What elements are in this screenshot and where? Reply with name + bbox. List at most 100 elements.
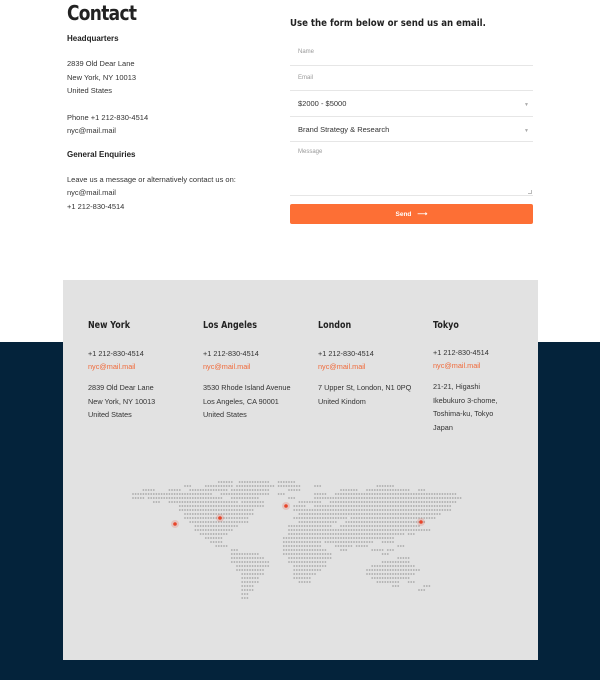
map-dot — [243, 493, 246, 495]
map-dot — [173, 489, 176, 491]
map-dot — [353, 525, 355, 527]
map-dot — [340, 505, 342, 507]
contact-info: Contact Headquarters 2839 Old Dear Lane … — [67, 0, 267, 213]
map-dot — [316, 525, 319, 527]
map-dot — [243, 501, 246, 503]
map-dot — [329, 537, 332, 539]
map-dot — [314, 545, 316, 547]
map-dot — [249, 509, 251, 511]
map-dot — [238, 561, 241, 563]
office-phone[interactable]: +1 212-830-4514 — [433, 347, 545, 359]
map-dot — [389, 493, 392, 495]
email-field[interactable]: Email — [290, 66, 533, 91]
map-dot — [241, 513, 244, 515]
map-dot — [256, 497, 259, 499]
map-dot — [225, 509, 228, 511]
map-dot — [371, 521, 374, 523]
map-dot — [438, 497, 441, 499]
map-dot — [332, 497, 335, 499]
map-dot — [358, 521, 361, 523]
map-dot — [220, 529, 223, 531]
map-dot — [321, 537, 324, 539]
map-dot — [288, 553, 290, 555]
message-textarea[interactable]: Message — [290, 142, 533, 196]
map-dot — [194, 493, 197, 495]
map-dot — [389, 533, 392, 535]
map-dot — [259, 481, 262, 483]
map-dot — [293, 505, 296, 507]
map-dot — [259, 501, 262, 503]
map-dot — [295, 505, 298, 507]
map-dot — [293, 549, 296, 551]
map-dot — [314, 557, 316, 559]
office-phone[interactable]: +1 212-830-4514 — [318, 348, 430, 360]
map-dot — [207, 501, 210, 503]
general-enquiries-email[interactable]: nyc@mail.mail — [67, 186, 267, 200]
map-dot — [241, 501, 244, 503]
map-dot — [223, 529, 225, 531]
map-dot — [420, 513, 423, 515]
map-dot — [254, 561, 257, 563]
map-dot — [204, 525, 207, 527]
office-email[interactable]: nyc@mail.mail — [433, 359, 545, 372]
map-dot — [210, 537, 212, 539]
map-dot — [314, 569, 316, 571]
send-label: Send — [395, 210, 412, 218]
office-address: 3530 Rhode Island Avenue Los Angeles, CA… — [203, 381, 315, 422]
office-phone[interactable]: +1 212-830-4514 — [88, 348, 200, 360]
map-dot — [371, 537, 374, 539]
map-dot — [220, 493, 223, 495]
map-dot — [376, 581, 379, 583]
map-dot — [249, 501, 251, 503]
address-line: United Kindom — [318, 396, 366, 406]
headquarters-email[interactable]: nyc@mail.mail — [67, 124, 267, 138]
headquarters-heading: Headquarters — [67, 34, 119, 43]
map-dot — [212, 521, 215, 523]
office-email[interactable]: nyc@mail.mail — [318, 360, 430, 373]
map-dot — [394, 513, 397, 515]
map-dot — [303, 513, 306, 515]
map-dot — [321, 513, 324, 515]
map-dot — [308, 525, 311, 527]
map-dot — [319, 501, 322, 503]
map-dot — [246, 521, 249, 523]
map-dot — [306, 509, 309, 511]
office-city: New York — [88, 320, 131, 331]
map-dot — [194, 525, 197, 527]
general-enquiries-phone[interactable]: +1 212-830-4514 — [67, 200, 267, 214]
map-dot — [329, 533, 332, 535]
send-button[interactable]: Send ⟶ — [290, 204, 533, 224]
map-dot — [347, 501, 350, 503]
map-dot — [233, 553, 236, 555]
map-dot — [355, 537, 358, 539]
map-dot — [428, 509, 431, 511]
office-email[interactable]: nyc@mail.mail — [88, 360, 200, 373]
map-dot — [373, 489, 376, 491]
map-dot — [366, 509, 368, 511]
map-dot — [249, 585, 251, 587]
map-dot — [358, 493, 361, 495]
map-dot — [412, 509, 415, 511]
map-dot — [327, 509, 329, 511]
map-dot — [368, 529, 371, 531]
map-dot — [389, 525, 392, 527]
resize-handle-icon[interactable] — [528, 190, 532, 194]
map-dot — [256, 557, 259, 559]
budget-select[interactable]: $2000 - $5000 ▼ — [290, 91, 533, 117]
map-dot — [168, 501, 171, 503]
map-dot — [436, 509, 439, 511]
map-dot — [376, 489, 379, 491]
map-dot — [225, 489, 228, 491]
office-phone[interactable]: +1 212-830-4514 — [203, 348, 315, 360]
map-dot — [392, 501, 394, 503]
map-dot — [308, 501, 311, 503]
map-dot — [402, 517, 405, 519]
office-los-angeles: Los Angeles +1 212-830-4514 nyc@mail.mai… — [203, 320, 315, 422]
map-dot — [340, 533, 342, 535]
name-field[interactable]: Name — [290, 40, 533, 66]
map-dot — [314, 565, 316, 567]
service-select[interactable]: Brand Strategy & Research ▼ — [290, 117, 533, 142]
office-email[interactable]: nyc@mail.mail — [203, 360, 315, 373]
map-dot — [246, 485, 249, 487]
map-dot — [176, 489, 179, 491]
